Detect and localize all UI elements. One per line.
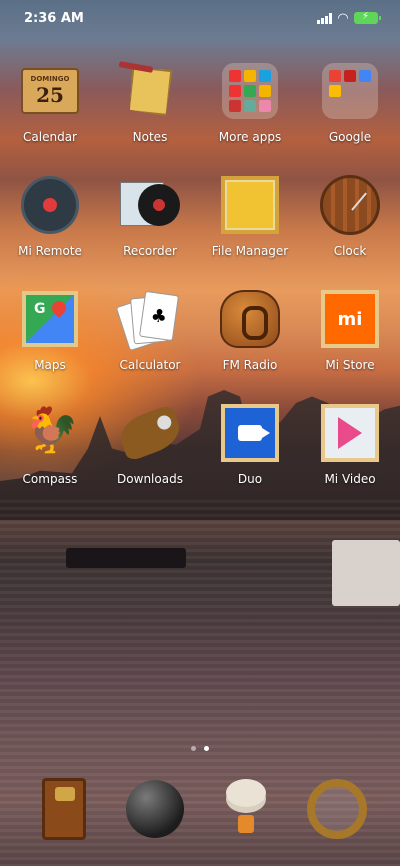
dock-camera[interactable] [304,776,370,842]
mi-video-icon [319,402,381,464]
dock-phone[interactable] [31,776,97,842]
downloads-icon [114,402,186,464]
dock-messages[interactable] [122,776,188,842]
app-label: Clock [333,244,367,258]
status-bar: 2:36 AM ◠ ⚡ [0,0,400,36]
app-label: Recorder [123,244,177,258]
calendar-date: 25 [36,83,64,107]
wifi-icon: ◠ [338,10,348,26]
wallpaper-boat [66,548,186,568]
wallpaper-ferry [332,540,400,606]
maps-icon: G [19,288,81,350]
calculator-icon: ♣ [115,288,181,352]
remote-icon [19,174,81,236]
status-time: 2:36 AM [24,10,84,26]
app-label: Compass [22,472,78,486]
page-indicator [0,746,400,751]
compass-icon [19,402,81,464]
dock [0,776,400,842]
app-clock[interactable]: Clock [300,174,400,288]
battery-icon: ⚡ [354,11,381,24]
app-label: Mi Store [325,358,375,372]
clock-icon [319,174,381,236]
app-grid: DOMINGO 25 Calendar Notes More apps Googl… [0,60,400,516]
app-label: Google [328,130,372,144]
app-duo[interactable]: Duo [200,402,300,516]
folder-icon [219,60,281,122]
app-fm-radio[interactable]: FM Radio [200,288,300,402]
browser-icon [222,779,270,839]
app-label: Notes [132,130,168,144]
app-label: Maps [34,358,66,372]
app-label: Mi Video [324,472,376,486]
app-label: Calculator [119,358,181,372]
app-label: File Manager [211,244,289,258]
app-downloads[interactable]: Downloads [100,402,200,516]
app-notes[interactable]: Notes [100,60,200,174]
app-file-manager[interactable]: File Manager [200,174,300,288]
calendar-icon: DOMINGO 25 [19,60,81,122]
app-label: Calendar [23,130,77,144]
app-compass[interactable]: Compass [0,402,100,516]
app-label: Duo [237,472,263,486]
radio-icon [219,288,281,350]
app-label: More apps [218,130,282,144]
folder-more-apps[interactable]: More apps [200,60,300,174]
signal-icon [317,12,332,24]
app-calendar[interactable]: DOMINGO 25 Calendar [0,60,100,174]
duo-icon [219,402,281,464]
phone-icon [41,778,86,840]
page-dot [191,746,196,751]
notes-icon [118,60,181,122]
app-calculator[interactable]: ♣ Calculator [100,288,200,402]
app-mi-store[interactable]: mi Mi Store [300,288,400,402]
recorder-icon [119,174,181,236]
app-recorder[interactable]: Recorder [100,174,200,288]
app-mi-video[interactable]: Mi Video [300,402,400,516]
file-manager-icon [219,174,281,236]
app-label: FM Radio [222,358,278,372]
messages-icon [125,780,184,838]
app-label: Mi Remote [18,244,82,258]
camera-icon [306,779,367,839]
page-dot-active [204,746,209,751]
app-mi-remote[interactable]: Mi Remote [0,174,100,288]
app-label: Downloads [117,472,183,486]
app-maps[interactable]: G Maps [0,288,100,402]
folder-google[interactable]: Google [300,60,400,174]
status-icons: ◠ ⚡ [317,10,381,26]
mi-store-icon: mi [319,288,381,350]
dock-browser[interactable] [213,776,279,842]
folder-icon [319,60,381,122]
